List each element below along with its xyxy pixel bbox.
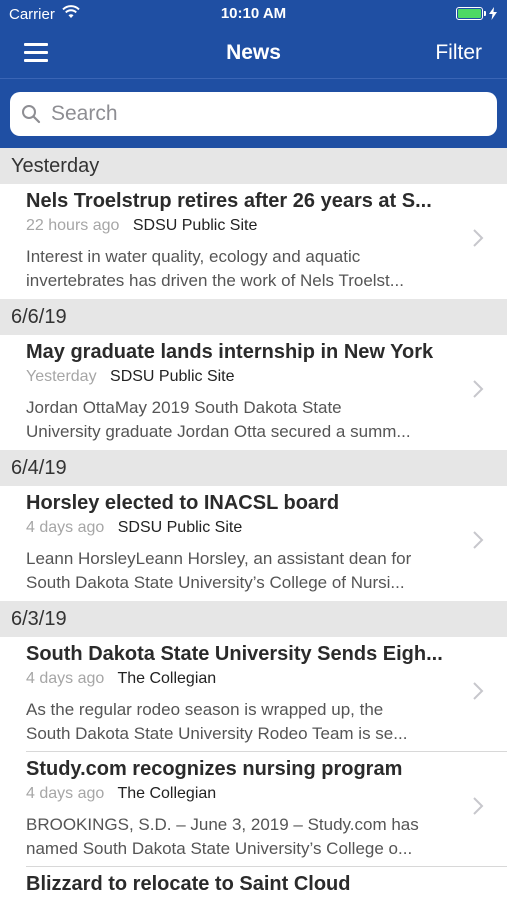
news-item-title: Blizzard to relocate to Saint Cloud (26, 873, 351, 895)
news-item[interactable]: Nels Troelstrup retires after 26 years a… (0, 184, 507, 299)
clock-time: 10:10 AM (220, 5, 287, 22)
news-item-title: May graduate lands internship in New Yor… (26, 341, 434, 363)
news-item-summary: Interest in water quality, ecology and a… (26, 245, 452, 293)
news-item-source: SDSU Public Site (117, 519, 243, 536)
news-item-time: 22 hours ago (26, 217, 120, 234)
news-item-time: 4 days ago (26, 785, 105, 802)
summary-line: Jordan OttaMay 2019 South Dakota State (26, 398, 342, 417)
news-item-title: Horsley elected to INACSL board (26, 492, 340, 514)
news-item-time: Yesterday (26, 368, 97, 385)
news-item-summary: Leann HorsleyLeann Horsley, an assistant… (26, 547, 452, 595)
summary-line: South Dakota State University’s College … (26, 573, 405, 592)
status-bar: Carrier 10:10 AM (0, 0, 507, 30)
summary-line: named South Dakota State University’s Co… (26, 839, 413, 858)
chevron-right-icon (473, 531, 484, 549)
news-item[interactable]: Blizzard to relocate to Saint Cloud (0, 867, 507, 900)
chevron-right-icon (473, 682, 484, 700)
news-list[interactable]: Yesterday Nels Troelstrup retires after … (0, 148, 507, 900)
news-item[interactable]: May graduate lands internship in New Yor… (0, 335, 507, 450)
news-item-source: SDSU Public Site (132, 217, 258, 234)
news-item[interactable]: Horsley elected to INACSL board 4 days a… (0, 486, 507, 601)
section-header: Yesterday (0, 148, 507, 184)
news-item-title: Study.com recognizes nursing program (26, 758, 403, 780)
navigation-bar: News Filter (0, 30, 507, 78)
summary-line: South Dakota State University Rodeo Team… (26, 724, 408, 743)
section-header: 6/4/19 (0, 450, 507, 486)
battery-icon (456, 7, 497, 20)
news-item-time: 4 days ago (26, 670, 105, 687)
summary-line: Interest in water quality, ecology and a… (26, 247, 361, 266)
news-item-summary: BROOKINGS, S.D. – June 3, 2019 – Study.c… (26, 813, 452, 861)
summary-line: As the regular rodeo season is wrapped u… (26, 700, 384, 719)
search-icon (22, 105, 41, 124)
news-item-title: South Dakota State University Sends Eigh… (26, 643, 443, 665)
chevron-right-icon (473, 380, 484, 398)
summary-line: BROOKINGS, S.D. – June 3, 2019 – Study.c… (26, 815, 419, 834)
section-header: 6/3/19 (0, 601, 507, 637)
summary-line: invertebrates has driven the work of Nel… (26, 271, 404, 290)
summary-line: Leann HorsleyLeann Horsley, an assistant… (26, 549, 412, 568)
news-item[interactable]: Study.com recognizes nursing program 4 d… (0, 752, 507, 867)
search-placeholder: Search (51, 102, 118, 125)
news-item-source: SDSU Public Site (110, 368, 235, 385)
search-bar-container: Search (0, 78, 507, 148)
news-item-summary: As the regular rodeo season is wrapped u… (26, 698, 452, 746)
news-item-source: The Collegian (117, 670, 217, 687)
news-item-summary: Jordan OttaMay 2019 South Dakota State U… (26, 396, 452, 444)
news-item-source: The Collegian (117, 785, 217, 802)
news-item-title: Nels Troelstrup retires after 26 years a… (26, 190, 432, 212)
summary-line: University graduate Jordan Otta secured … (26, 422, 411, 441)
news-item[interactable]: South Dakota State University Sends Eigh… (0, 637, 507, 752)
section-header: 6/6/19 (0, 299, 507, 335)
charging-bolt-icon (489, 7, 497, 20)
chevron-right-icon (473, 229, 484, 247)
chevron-right-icon (473, 797, 484, 815)
search-input[interactable]: Search (10, 92, 497, 136)
filter-button[interactable]: Filter (435, 41, 482, 65)
news-item-time: 4 days ago (26, 519, 105, 536)
page-title: News (226, 41, 281, 64)
